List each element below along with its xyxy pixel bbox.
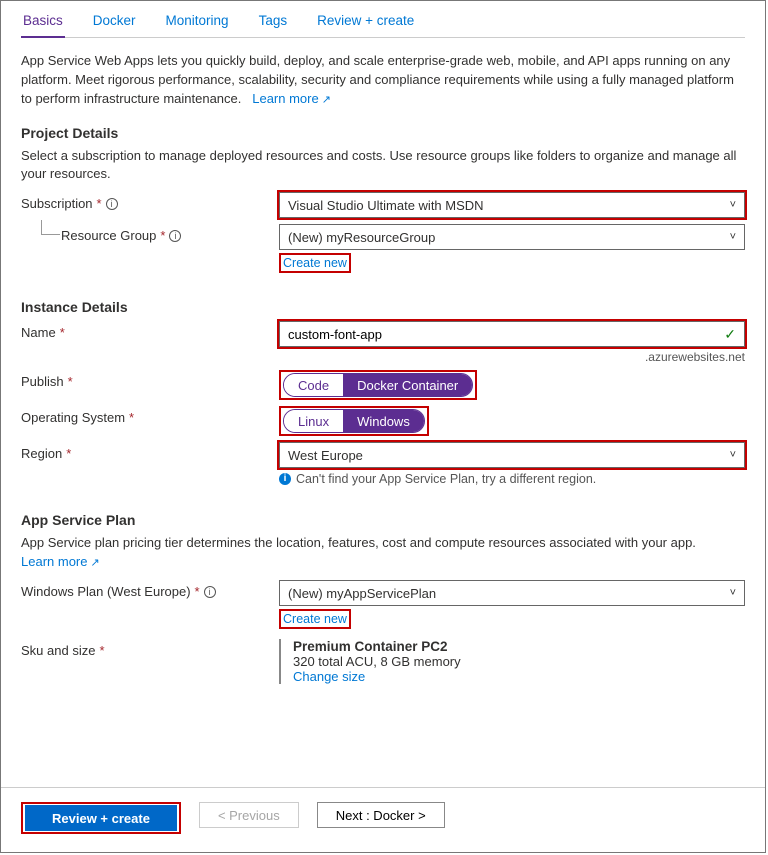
plan-learn-more-link[interactable]: Learn more [21, 554, 100, 569]
publish-label: Publish * [21, 370, 279, 389]
change-size-link[interactable]: Change size [293, 669, 745, 684]
intro-text: App Service Web Apps lets you quickly bu… [21, 52, 745, 109]
tab-basics[interactable]: Basics [21, 13, 65, 38]
check-icon: ✓ [724, 326, 736, 343]
tab-docker[interactable]: Docker [91, 13, 138, 37]
project-details-desc: Select a subscription to manage deployed… [21, 147, 745, 185]
os-toggle[interactable]: Linux Windows [283, 409, 425, 433]
os-linux-option[interactable]: Linux [284, 410, 343, 432]
previous-button: < Previous [199, 802, 299, 828]
subscription-label: Subscription * i [21, 192, 279, 211]
info-icon[interactable]: i [204, 586, 216, 598]
info-icon[interactable]: i [106, 198, 118, 210]
app-service-plan-desc: App Service plan pricing tier determines… [21, 534, 745, 572]
footer: Review + create < Previous Next : Docker… [1, 787, 765, 852]
publish-code-option[interactable]: Code [284, 374, 343, 396]
create-new-rg-link[interactable]: Create new [279, 253, 351, 273]
info-icon: i [279, 473, 291, 485]
publish-docker-option[interactable]: Docker Container [343, 374, 472, 396]
create-new-plan-link[interactable]: Create new [279, 609, 351, 629]
os-windows-option[interactable]: Windows [343, 410, 424, 432]
resource-group-select[interactable]: (New) myResourceGroup˅ [279, 224, 745, 250]
name-label: Name * [21, 321, 279, 340]
subscription-select[interactable]: Visual Studio Ultimate with MSDN˅ [279, 192, 745, 218]
chevron-down-icon: ˅ [730, 199, 736, 211]
name-suffix: .azurewebsites.net [279, 350, 745, 364]
resource-group-label: Resource Group * i [21, 224, 279, 243]
tab-review[interactable]: Review + create [315, 13, 416, 37]
region-select[interactable]: West Europe˅ [279, 442, 745, 468]
os-label: Operating System * [21, 406, 279, 425]
chevron-down-icon: ˅ [730, 587, 736, 599]
sku-label: Sku and size * [21, 639, 279, 658]
region-hint: i Can't find your App Service Plan, try … [279, 472, 745, 486]
review-create-button[interactable]: Review + create [25, 805, 177, 831]
chevron-down-icon: ˅ [730, 231, 736, 243]
instance-details-heading: Instance Details [21, 299, 745, 315]
tab-bar: Basics Docker Monitoring Tags Review + c… [21, 13, 745, 38]
chevron-down-icon: ˅ [730, 449, 736, 461]
tab-monitoring[interactable]: Monitoring [164, 13, 231, 37]
next-button[interactable]: Next : Docker > [317, 802, 445, 828]
learn-more-link[interactable]: Learn more [252, 91, 331, 106]
region-label: Region * [21, 442, 279, 461]
plan-select[interactable]: (New) myAppServicePlan˅ [279, 580, 745, 606]
tab-tags[interactable]: Tags [257, 13, 290, 37]
publish-toggle[interactable]: Code Docker Container [283, 373, 473, 397]
name-input[interactable]: ✓ [279, 321, 745, 347]
project-details-heading: Project Details [21, 125, 745, 141]
plan-label: Windows Plan (West Europe) * i [21, 580, 279, 599]
sku-display: Premium Container PC2 320 total ACU, 8 G… [279, 639, 745, 684]
info-icon[interactable]: i [169, 230, 181, 242]
app-service-plan-heading: App Service Plan [21, 512, 745, 528]
